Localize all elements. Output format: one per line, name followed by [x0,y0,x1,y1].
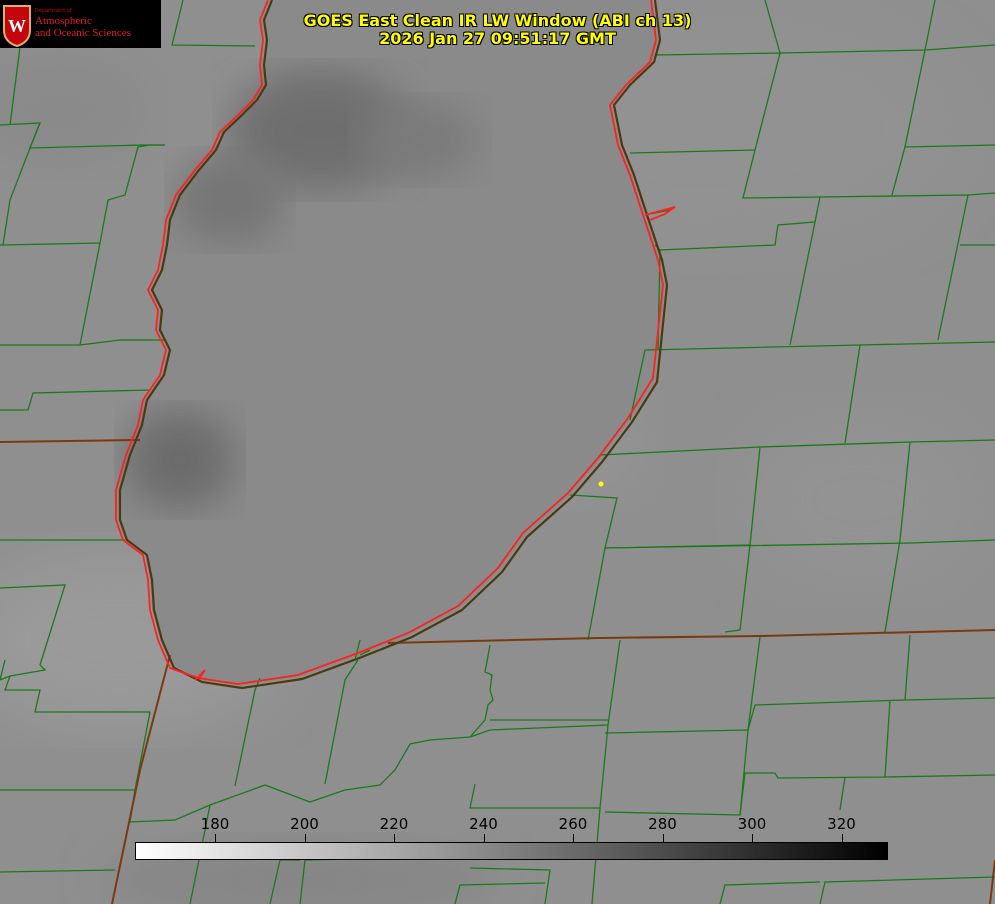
image-timestamp: 2026 Jan 27 09:51:17 GMT [379,29,616,48]
satellite-map [0,0,995,904]
colorbar-tick-label: 280 [648,815,677,833]
colorbar-tick-mark [304,834,306,842]
colorbar-tick-label: 200 [290,815,319,833]
colorbar-tick-label: 220 [379,815,409,833]
colorbar-tick-mark [662,834,664,842]
image-title: GOES East Clean IR LW Window (ABI ch 13) [303,11,692,30]
colorbar-tick-mark [573,834,574,842]
colorbar-tick-mark [841,834,843,842]
satellite-image-frame: W Department of Atmospheric and Oceanic … [0,0,995,904]
colorbar-tick-label: 300 [737,815,767,833]
colorbar-tick-mark [215,834,216,842]
colorbar-tick-mark [752,834,753,842]
colorbar-tick-mark [483,834,485,842]
colorbar-tick-label: 320 [827,815,856,833]
colorbar [135,842,888,860]
colorbar-tick-label: 180 [200,815,230,833]
location-marker [598,481,604,487]
colorbar-tick-label: 260 [558,815,588,833]
colorbar-tick-label: 240 [469,815,498,833]
colorbar-tick-mark [394,834,395,842]
